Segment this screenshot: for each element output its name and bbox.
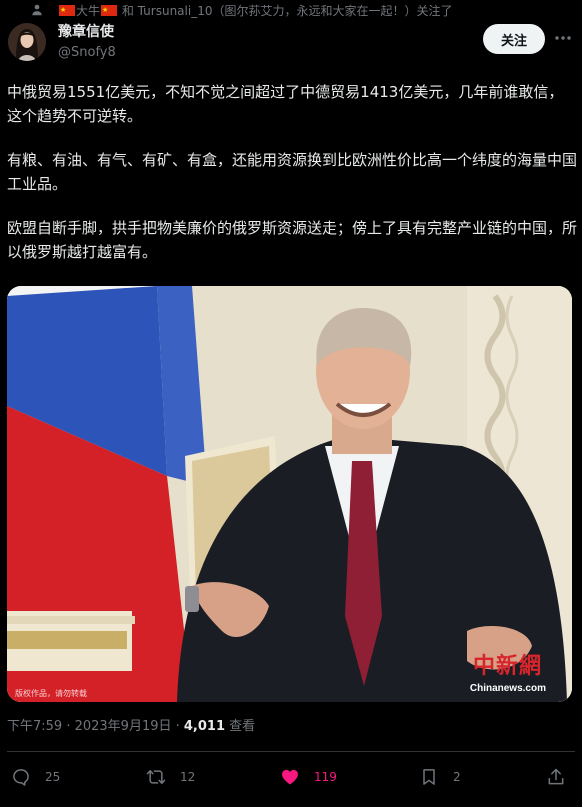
avatar[interactable] [8,23,46,61]
photo-illustration [7,286,572,702]
like-count: 119 [314,770,337,784]
tweet-text: 中俄贸易1551亿美元，不知不觉之间超过了中德贸易1413亿美元，几年前谁敢信，… [7,80,577,284]
follow-button[interactable]: 关注 [483,24,545,54]
china-flag-icon [59,2,75,18]
copyright-notice: 版权作品，请勿转载 [15,689,87,698]
share-button[interactable] [546,762,580,792]
retweet-count: 12 [180,770,196,784]
views-label: 查看 [225,719,256,734]
person-icon [32,4,42,16]
retweet-button[interactable]: 12 [146,762,195,792]
reply-button[interactable]: 25 [11,762,60,792]
divider [7,751,575,752]
social-context-bar: 大牛 和 Tursunali_10（图尔荪艾力，永远和大家在一起！）关注了 [0,0,582,22]
action-bar: 25 12 119 2 [0,762,582,792]
tweet-photo[interactable]: 中新網 Chinanews.com 版权作品，请勿转载 [7,286,572,702]
bookmark-icon [423,769,435,785]
views-count: 4,011 [183,719,226,734]
china-flag-icon [101,2,118,18]
heart-icon [282,769,298,785]
author-name[interactable]: 豫章信使 [58,23,114,41]
social-context-text[interactable]: 大牛 和 Tursunali_10（图尔荪艾力，永远和大家在一起！）关注了 [58,2,453,19]
author-handle[interactable]: @Snofy8 [58,44,116,61]
tweet-paragraph: 有粮、有油、有气、有矿、有盒，还能用资源换到比欧洲性价比高一个纬度的海量中国工业… [7,151,578,193]
context-user-b: 和 Tursunali_10（图尔荪艾力，永远和大家在一起！）关注了 [121,4,453,18]
context-user-a: 大牛 [76,4,101,18]
bookmark-button[interactable]: 2 [419,762,461,792]
retweet-icon [146,770,166,784]
bookmark-count: 2 [453,770,461,784]
share-icon [548,768,564,785]
tweet-timestamp[interactable]: 下午7:59 · 2023年9月19日 · [7,719,184,734]
chinanews-site-label: Chinanews.com [469,683,546,694]
tweet-paragraph: 欧盟自断手脚，拱手把物美廉价的俄罗斯资源送走；傍上了具有完整产业链的中国，所以俄… [7,219,578,261]
like-button[interactable]: 119 [280,762,337,792]
reply-count: 25 [45,770,61,784]
tweet-paragraph: 中俄贸易1551亿美元，不知不觉之间超过了中德贸易1413亿美元，几年前谁敢信，… [7,83,564,125]
chinanews-logo: 中新網 [472,653,542,679]
more-options-icon[interactable] [553,28,573,48]
reply-icon [13,769,29,786]
tweet-meta: 下午7:59 · 2023年9月19日 · 4,011 查看 [7,718,255,736]
